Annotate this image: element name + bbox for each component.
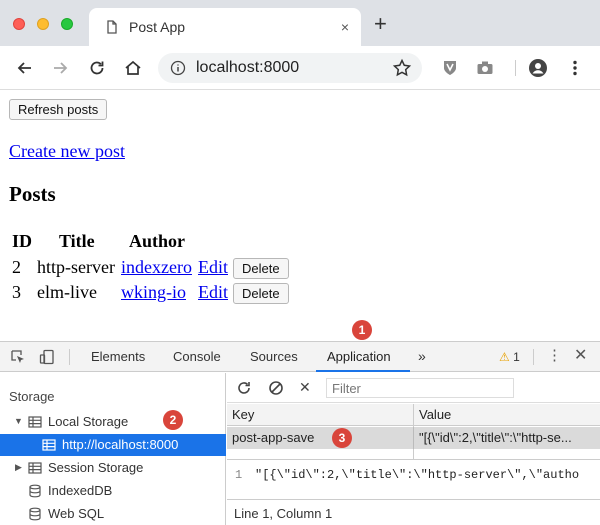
- post-id: 2: [12, 257, 21, 277]
- warning-count: 1: [513, 350, 520, 364]
- toolbar-divider: [533, 349, 534, 365]
- sidebar-item-label: Session Storage: [48, 460, 144, 475]
- tab-elements[interactable]: Elements: [91, 349, 145, 364]
- back-arrow-icon[interactable]: [15, 58, 35, 78]
- column-header-value[interactable]: Value: [419, 407, 451, 422]
- inspect-element-icon[interactable]: [10, 349, 26, 365]
- sidebar-item-label: Local Storage: [48, 414, 129, 429]
- page-icon: [107, 20, 117, 34]
- post-title: elm-live: [37, 282, 97, 302]
- page-content: Refresh posts Create new post Posts ID T…: [0, 91, 600, 341]
- preview-text[interactable]: "[{\"id\":2,\"title\":\"http-server\",\"…: [255, 468, 579, 482]
- sidebar-item-label: IndexedDB: [48, 483, 113, 498]
- camera-icon[interactable]: [475, 58, 495, 78]
- status-bar: Line 1, Column 1: [227, 499, 600, 525]
- annotation-badge-1: 1: [352, 320, 372, 340]
- delete-button[interactable]: Delete: [233, 258, 289, 279]
- tab-title: Post App: [129, 19, 186, 35]
- table-header-id: ID: [12, 231, 33, 251]
- expand-arrow-icon[interactable]: ▶: [15, 462, 22, 473]
- devtools-tab-bar: Elements Console Sources Application » ⚠…: [0, 342, 600, 372]
- filter-input[interactable]: Filter: [326, 378, 514, 398]
- post-title: http-server: [37, 257, 115, 277]
- maximize-window-button[interactable]: [61, 18, 73, 30]
- edit-link[interactable]: Edit: [198, 282, 228, 303]
- annotation-badge-2: 2: [163, 410, 183, 430]
- warning-icon: ⚠: [499, 350, 510, 364]
- refresh-icon[interactable]: [236, 380, 252, 396]
- delete-button[interactable]: Delete: [233, 283, 289, 304]
- storage-value[interactable]: "[{\"id\":2,\"title\":\"http-se...: [419, 430, 597, 445]
- sidebar-item-local-storage[interactable]: ▼ Local Storage: [0, 411, 226, 433]
- url-text[interactable]: localhost:8000: [196, 59, 299, 77]
- post-id: 3: [12, 282, 21, 302]
- toolbar-divider: [69, 349, 70, 365]
- author-link[interactable]: wking-io: [121, 282, 186, 303]
- create-new-post-link[interactable]: Create new post: [9, 141, 125, 162]
- sidebar-item-web-sql[interactable]: Web SQL: [0, 503, 226, 525]
- browser-toolbar: localhost:8000: [0, 46, 600, 90]
- browser-menu-icon[interactable]: [565, 58, 585, 78]
- refresh-posts-button[interactable]: Refresh posts: [9, 99, 108, 120]
- profile-avatar-icon[interactable]: [528, 58, 548, 78]
- close-window-button[interactable]: [13, 18, 25, 30]
- toolbar-divider: [515, 60, 516, 76]
- storage-grid-icon: [42, 439, 56, 451]
- author-link[interactable]: indexzero: [121, 257, 192, 278]
- active-tab-indicator: [316, 370, 410, 372]
- forward-arrow-icon[interactable]: [50, 58, 70, 78]
- address-bar[interactable]: localhost:8000: [158, 53, 422, 83]
- warnings-indicator[interactable]: ⚠ 1: [499, 350, 520, 364]
- tab-sources[interactable]: Sources: [250, 349, 298, 364]
- more-tabs-button[interactable]: »: [418, 348, 426, 364]
- application-sidebar: Storage ▼ Local Storage http://localhost…: [0, 373, 226, 525]
- browser-tab[interactable]: Post App ×: [89, 8, 361, 46]
- tab-close-icon[interactable]: ×: [341, 18, 349, 36]
- tab-application[interactable]: Application: [327, 349, 391, 364]
- storage-grid-icon: [28, 462, 42, 474]
- column-header-key[interactable]: Key: [232, 407, 254, 422]
- minimize-window-button[interactable]: [37, 18, 49, 30]
- sidebar-item-label: Web SQL: [48, 506, 105, 521]
- storage-view: ✕ Filter Key Value post-app-save "[{\"id…: [227, 373, 600, 525]
- annotation-badge-3: 3: [332, 428, 352, 448]
- tab-console[interactable]: Console: [173, 349, 221, 364]
- devtools-menu-icon[interactable]: ⋮: [547, 348, 562, 364]
- sidebar-item-session-storage[interactable]: ▶ Session Storage: [0, 457, 226, 479]
- sidebar-item-localhost[interactable]: http://localhost:8000: [0, 434, 226, 456]
- sidebar-item-indexeddb[interactable]: IndexedDB: [0, 480, 226, 502]
- delete-selected-icon[interactable]: ✕: [299, 379, 311, 396]
- page-title: Posts: [9, 182, 56, 206]
- browser-tab-strip: Post App × +: [0, 0, 600, 46]
- info-icon[interactable]: [170, 60, 186, 76]
- table-header-author: Author: [129, 231, 186, 251]
- expand-arrow-icon[interactable]: ▼: [14, 416, 23, 426]
- database-icon: [29, 484, 41, 498]
- bookmark-star-icon[interactable]: [392, 58, 412, 78]
- edit-link[interactable]: Edit: [198, 257, 228, 278]
- extension-shield-icon[interactable]: [440, 58, 460, 78]
- storage-key[interactable]: post-app-save: [232, 430, 410, 445]
- reload-icon[interactable]: [87, 58, 107, 78]
- value-preview: 1 "[{\"id\":2,\"title\":\"http-server\",…: [227, 459, 600, 499]
- sidebar-item-label: http://localhost:8000: [62, 437, 179, 452]
- cursor-position: Line 1, Column 1: [234, 506, 333, 521]
- home-icon[interactable]: [123, 58, 143, 78]
- line-number: 1: [235, 468, 243, 482]
- devtools-close-icon[interactable]: ✕: [574, 348, 587, 364]
- table-header-title: Title: [59, 231, 95, 251]
- storage-grid-icon: [28, 416, 42, 428]
- device-toolbar-icon[interactable]: [39, 349, 55, 365]
- column-divider: [413, 427, 414, 449]
- storage-section-label: Storage: [9, 389, 55, 404]
- new-tab-button[interactable]: +: [374, 13, 387, 35]
- database-icon: [29, 507, 41, 521]
- grid-empty-area: [227, 449, 600, 459]
- clear-all-icon[interactable]: [268, 380, 284, 396]
- devtools-panel: Elements Console Sources Application » ⚠…: [0, 341, 600, 525]
- storage-toolbar: ✕ Filter: [227, 373, 600, 403]
